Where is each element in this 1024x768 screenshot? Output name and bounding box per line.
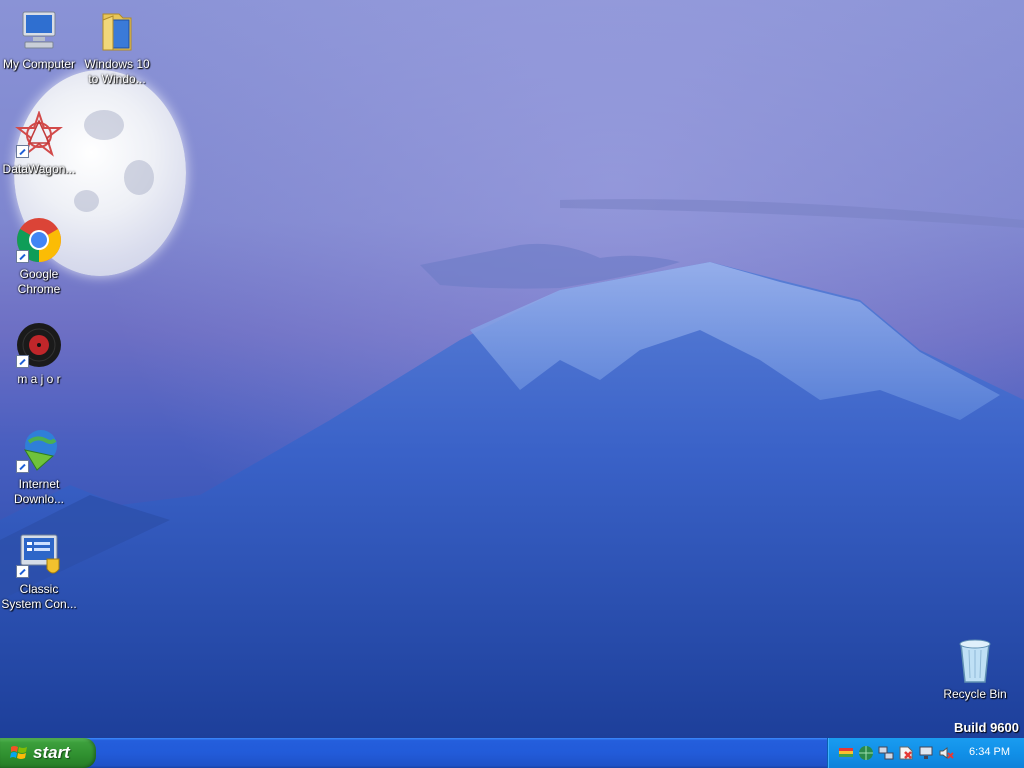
volume-muted-icon[interactable] [938, 745, 954, 761]
moon-crater [84, 110, 124, 140]
control-panel-icon [15, 531, 63, 579]
icon-label: m a j o r [17, 372, 61, 386]
icon-label: My Computer [2, 57, 76, 71]
taskbar: start 6:34 PM [0, 738, 1024, 768]
icon-label-line1: Internet [18, 477, 60, 491]
chrome-icon [15, 216, 63, 264]
desktop-icon-classic-system-control[interactable]: Classic System Con... [0, 531, 78, 612]
shortcut-arrow-icon [16, 250, 29, 263]
build-watermark: Build 9600 [953, 720, 1019, 735]
vinyl-record-icon [15, 321, 63, 369]
icon-label-line2: Downlo... [13, 492, 65, 506]
my-computer-icon [15, 6, 63, 54]
desktop-icon-internet-download-manager[interactable]: Internet Downlo... [0, 426, 78, 507]
network-globe-icon[interactable] [858, 745, 874, 761]
desktop-icon-recycle-bin[interactable]: Recycle Bin [936, 636, 1014, 702]
desktop-icon-major[interactable]: m a j o r [0, 321, 78, 387]
icon-label: DataWagon... [2, 162, 76, 176]
windows-logo-icon [10, 744, 28, 762]
folder-icon [93, 6, 141, 54]
icon-label-line2: Chrome [17, 282, 61, 296]
start-label: start [33, 743, 70, 762]
desktop-icon-datawagon[interactable]: DataWagon... [0, 109, 78, 177]
shortcut-arrow-icon [16, 565, 29, 578]
icon-label-line1: Classic [19, 582, 59, 596]
icon-label-line2: to Windo... [88, 72, 146, 86]
security-alert-icon[interactable] [898, 745, 914, 761]
desktop[interactable]: My Computer Windows 10 to Windo... DataW… [0, 0, 1024, 738]
system-tray: 6:34 PM [827, 738, 1024, 768]
moon-crater [124, 160, 154, 195]
shortcut-arrow-icon [16, 145, 29, 158]
clock[interactable]: 6:34 PM [969, 746, 1010, 758]
network-computers-icon[interactable] [878, 745, 894, 761]
desktop-icon-google-chrome[interactable]: Google Chrome [0, 216, 78, 297]
icon-label: Recycle Bin [943, 687, 1007, 701]
shortcut-arrow-icon [16, 460, 29, 473]
icon-label-line1: Google [19, 267, 59, 281]
icon-label-line2: System Con... [1, 597, 77, 611]
recycle-bin-icon [951, 636, 999, 684]
shortcut-arrow-icon [16, 355, 29, 368]
color-bars-icon[interactable] [838, 745, 854, 761]
desktop-icon-my-computer[interactable]: My Computer [0, 6, 78, 72]
icon-label-line1: Windows 10 [84, 57, 150, 71]
network-status-icon[interactable] [918, 745, 934, 761]
moon-crater [74, 190, 99, 212]
start-button[interactable]: start [0, 738, 96, 768]
desktop-icon-windows10-folder[interactable]: Windows 10 to Windo... [78, 6, 156, 87]
datawagon-icon [15, 109, 63, 159]
internet-download-manager-icon [15, 426, 63, 474]
